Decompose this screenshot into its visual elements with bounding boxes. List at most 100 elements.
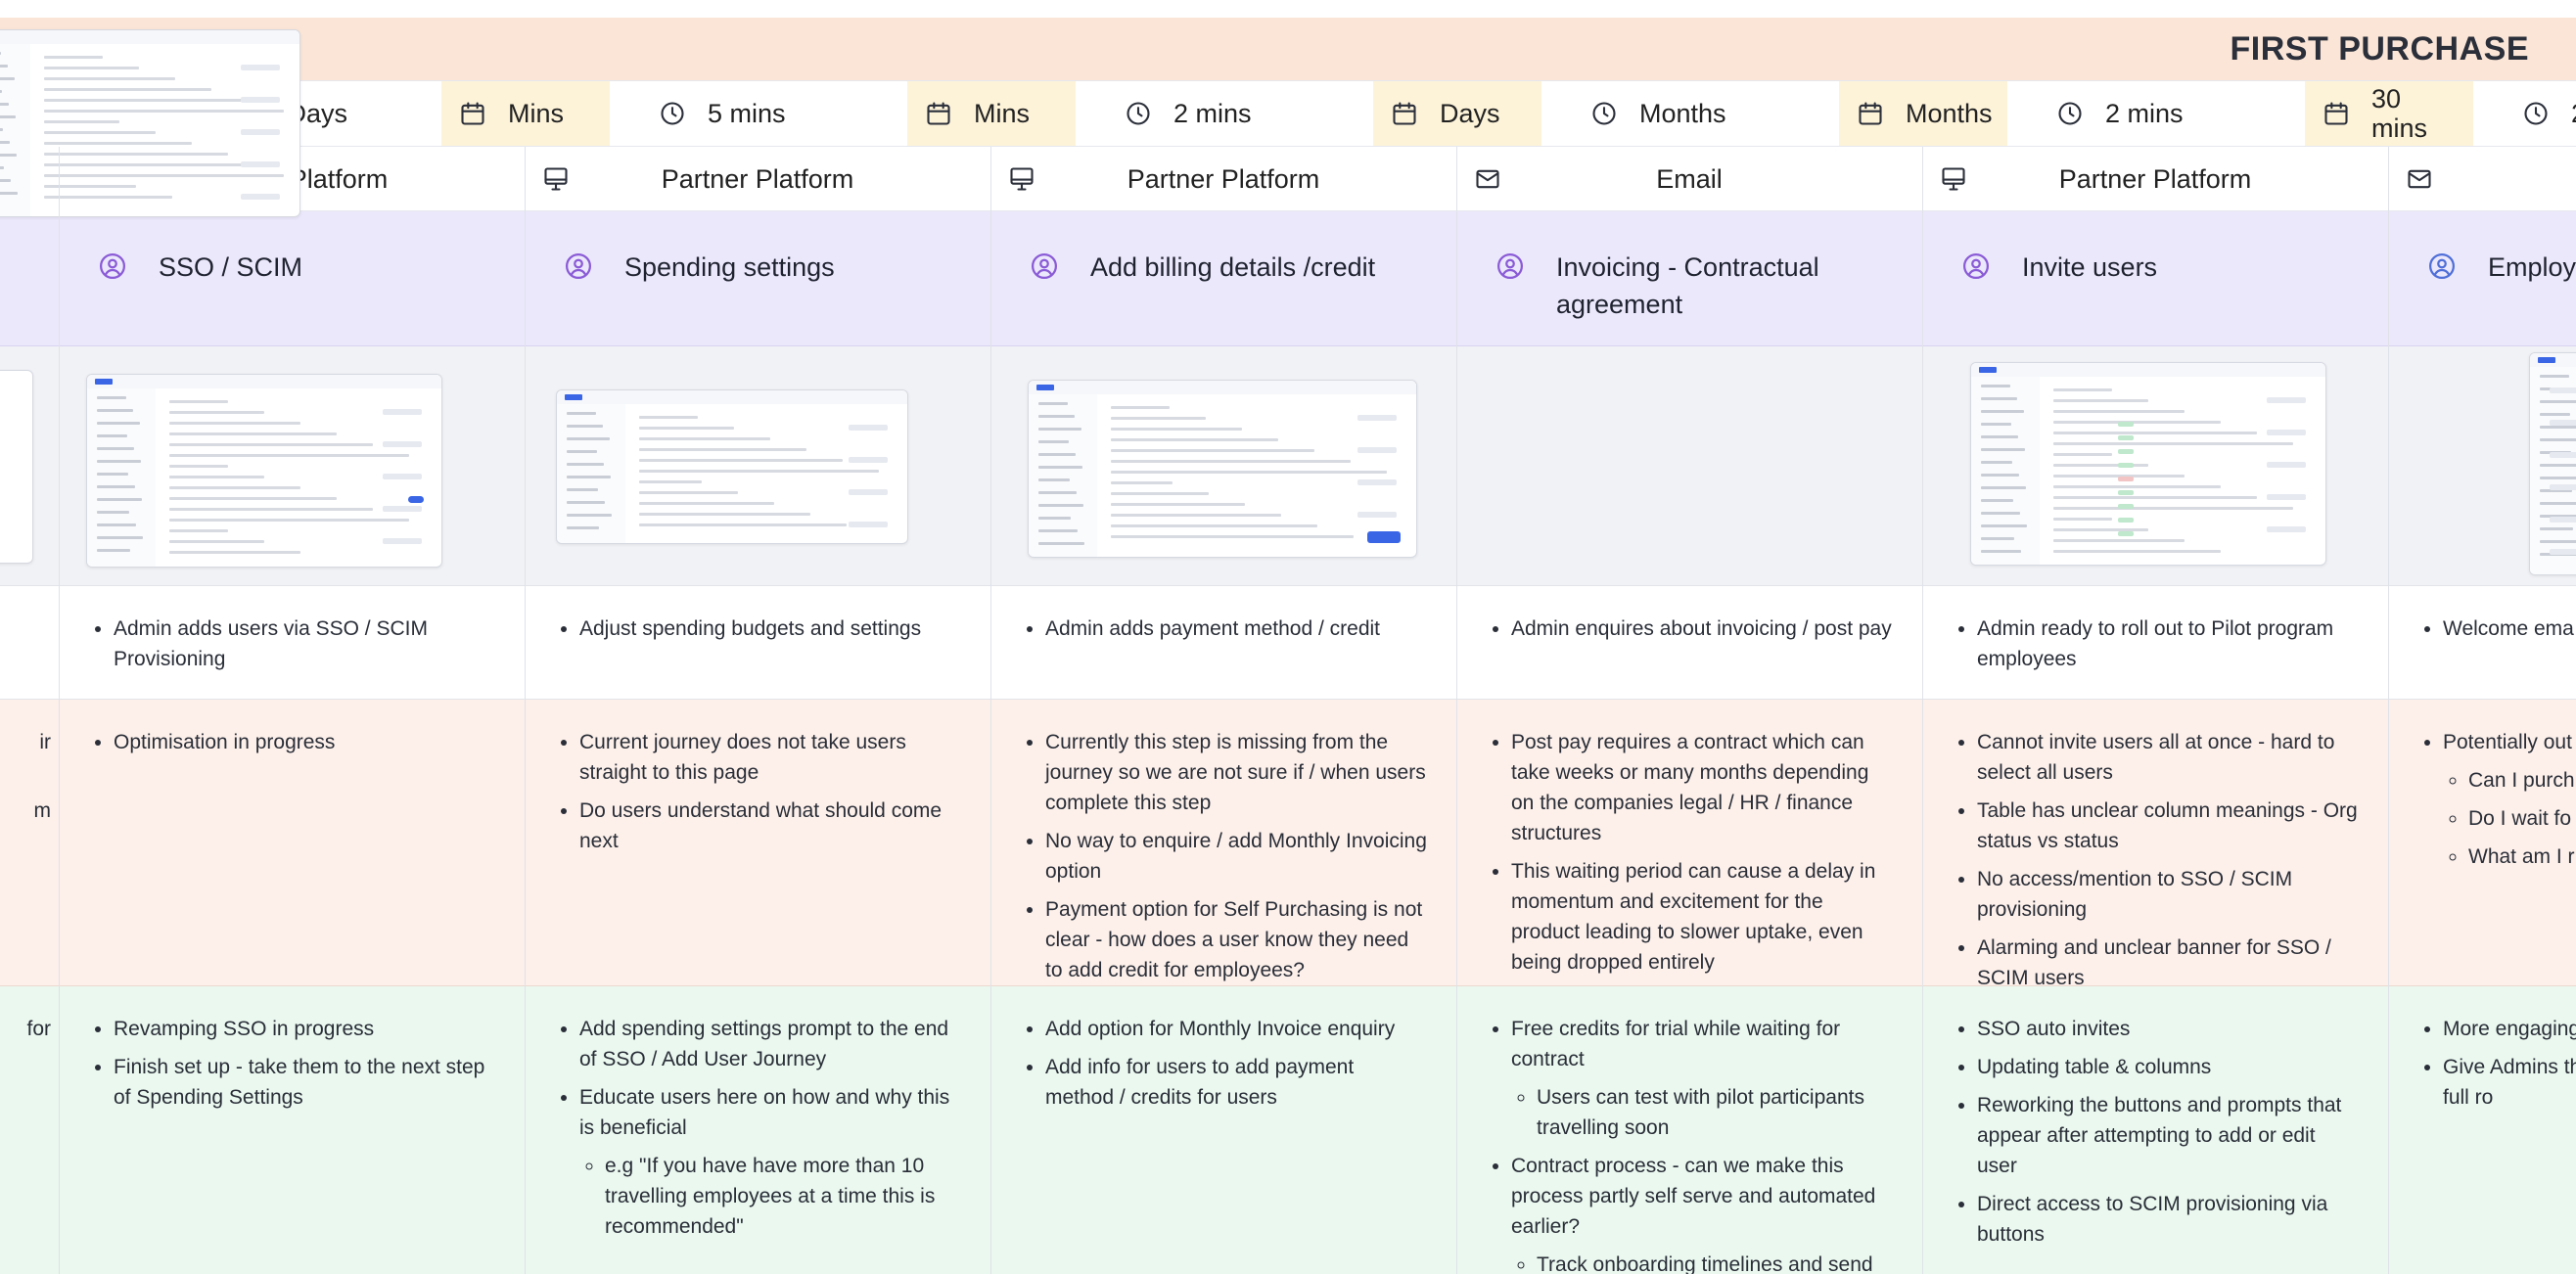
step-title: Invoicing - Contractual agreement (1556, 252, 1819, 319)
screenshot-row (0, 29, 2576, 586)
actions-row: Admin adds users via SSO / SCIM Provisio… (0, 586, 2576, 700)
list-item: e.g "If you have have more than 10 trave… (605, 1151, 961, 1242)
list-item: Table has unclear column meanings - Org … (1977, 796, 2359, 856)
list-item-text: Educate users here on how and why this i… (579, 1086, 950, 1139)
ui-screenshot-thumbnail (0, 29, 300, 217)
channel-label: Partner Platform (661, 164, 854, 194)
ui-screenshot-thumbnail (1028, 380, 1417, 558)
duration-label: Days (1440, 98, 1500, 128)
duration-cell: Months (1541, 81, 1839, 146)
opportunities-cell: SSO auto invites Updating table & columns… (1922, 986, 2388, 1274)
list-item: Direct access to SCIM provisioning via b… (1977, 1189, 2359, 1250)
list-item: No access/mention to SSO / SCIM provisio… (1977, 864, 2359, 925)
list-item-text: Optimisation in progress (114, 731, 336, 753)
duration-cell: Months (1839, 81, 2007, 146)
pain-points-cell: Current journey does not take users stra… (525, 700, 990, 985)
pain-points-cell: Potentially out Can I purch Do I wait fo Wh… (2388, 700, 2576, 985)
calendar-icon (925, 100, 952, 127)
list-item: Admin adds payment method / credit (1045, 614, 1427, 644)
bullet-list: Potentially out Can I purch Do I wait fo Wh… (2417, 727, 2576, 872)
duration-cell: 5 mins (610, 81, 907, 146)
list-item-text: Welcome ema (2443, 617, 2574, 640)
column-divider (2388, 147, 2389, 1274)
channel-label: Partner Platform (1127, 164, 1320, 194)
clock-icon (2056, 100, 2084, 127)
list-item-text: Admin ready to roll out to Pilot program… (1977, 617, 2334, 670)
pain-points-cell: ir m (0, 700, 59, 985)
list-item: What am I r (2468, 842, 2576, 872)
step-title: Add billing details /credit (1090, 252, 1376, 282)
list-item: Admin enquires about invoicing / post pa… (1511, 614, 1893, 644)
pain-points-cell: Currently this step is missing from the … (990, 700, 1456, 985)
list-item-text: More engaging (2443, 1018, 2576, 1040)
duration-cell: Mins (441, 81, 610, 146)
bullet-list: Can I purch Do I wait fo What am I r (2443, 765, 2576, 872)
journey-step: Spending settings (525, 211, 990, 346)
calendar-icon (1391, 100, 1418, 127)
list-item-text: Post pay requires a contract which can t… (1511, 731, 1869, 844)
list-item-text: Track onboarding timelines and send (1537, 1253, 1873, 1274)
list-item-text: Table has unclear column meanings - Org … (1977, 799, 2358, 852)
list-item-text: What am I r (2468, 845, 2575, 868)
list-item: Admin ready to roll out to Pilot program… (1977, 614, 2359, 674)
list-item: Add spending settings prompt to the end … (579, 1014, 961, 1074)
opportunities-cell: Revamping SSO in progress Finish set up -… (59, 986, 525, 1274)
duration-cell: Days (1373, 81, 1541, 146)
clipped-text: for (26, 1018, 51, 1040)
channel-label (2388, 147, 2576, 211)
list-item-text: Finish set up - take them to the next st… (114, 1056, 485, 1109)
bullet-list: Track onboarding timelines and send (1511, 1250, 1893, 1274)
list-item: No way to enquire / add Monthly Invoicin… (1045, 826, 1427, 887)
list-item-text: Can I purch (2468, 769, 2575, 792)
bullet-list: Admin adds users via SSO / SCIM Provisio… (88, 614, 495, 674)
clock-icon (659, 100, 686, 127)
pain-points-cell: Post pay requires a contract which can t… (1456, 700, 1922, 985)
bullet-list: e.g "If you have have more than 10 trave… (579, 1151, 961, 1242)
bullet-list: More engaging Give Admins th as well help… (2417, 1014, 2576, 1113)
list-item: More engaging (2443, 1014, 2576, 1044)
list-item: Payment option for Self Purchasing is no… (1045, 894, 1427, 985)
bullet-list: Admin adds payment method / credit (1020, 614, 1427, 644)
duration-cell: 30 mins (2305, 81, 2473, 146)
pain-points-row: ir m Optimisation in progress Current journ… (0, 700, 2576, 986)
list-item: Adjust spending budgets and settings (579, 614, 961, 644)
clock-icon (2522, 100, 2550, 127)
duration-label: 2 (2571, 99, 2576, 129)
list-item: Updating table & columns (1977, 1052, 2359, 1082)
duration-cell: 2 mins (2007, 81, 2305, 146)
list-item-text: SSO auto invites (1977, 1018, 2131, 1040)
journey-step: Add billing details /credit (990, 211, 1456, 346)
list-item: Can I purch (2468, 765, 2576, 796)
bullet-list: Welcome ema (2417, 614, 2576, 644)
channel-row: Partner Platform Partner Platform Partner … (0, 147, 2576, 211)
list-item: Cannot invite users all at once - hard t… (1977, 727, 2359, 788)
opportunities-cell: Add option for Monthly Invoice enquiry Ad… (990, 986, 1456, 1274)
list-item: Add option for Monthly Invoice enquiry (1045, 1014, 1427, 1044)
list-item-text: No way to enquire / add Monthly Invoicin… (1045, 830, 1427, 883)
bullet-list: Add spending settings prompt to the end … (554, 1014, 961, 1242)
clock-icon (1125, 100, 1152, 127)
user-circle-icon (98, 251, 127, 281)
list-item-text: Admin adds users via SSO / SCIM Provisio… (114, 617, 428, 670)
list-item-text: No access/mention to SSO / SCIM provisio… (1977, 868, 2293, 921)
step-title: Spending settings (624, 252, 835, 282)
pain-points-cell: Cannot invite users all at once - hard t… (1922, 700, 2388, 985)
pain-points-cell: Optimisation in progress (59, 700, 525, 985)
channel-cell: Partner Platform (990, 147, 1456, 211)
journey-step: SSO / SCIM (59, 211, 525, 346)
list-item-text: Currently this step is missing from the … (1045, 731, 1426, 814)
actions-cell: Admin adds payment method / credit (990, 586, 1456, 699)
column-divider (59, 147, 60, 1274)
list-item-text: Admin enquires about invoicing / post pa… (1511, 617, 1892, 640)
actions-cell: Adjust spending budgets and settings (525, 586, 990, 699)
column-divider (525, 147, 526, 1274)
list-item: Educate users here on how and why this i… (579, 1082, 961, 1242)
duration-cell: 2 mins (1076, 81, 1373, 146)
list-item-text: Do users understand what should come nex… (579, 799, 943, 852)
list-item-text: Add option for Monthly Invoice enquiry (1045, 1018, 1396, 1040)
list-item: Revamping SSO in progress (114, 1014, 495, 1044)
step-title: Invite users (2022, 252, 2158, 282)
bullet-list: Post pay requires a contract which can t… (1486, 727, 1893, 978)
journey-step: Invite users (1922, 211, 2388, 346)
list-item-text: Free credits for trial while waiting for… (1511, 1018, 1841, 1070)
